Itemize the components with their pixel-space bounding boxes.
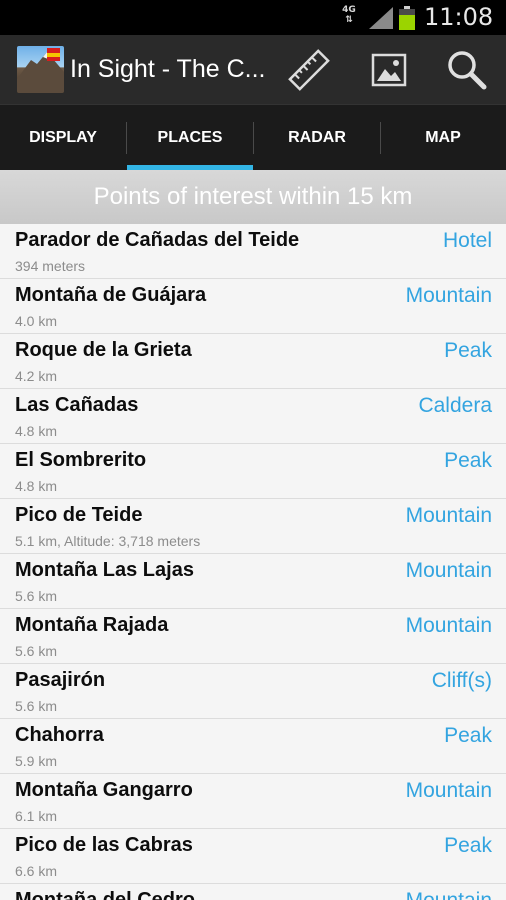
list-item[interactable]: Pico de las Cabras 6.6 km Peak: [0, 829, 506, 884]
network-activity-arrows: ⇅: [345, 15, 353, 25]
place-distance: 4.2 km: [15, 368, 58, 384]
place-distance: 5.1 km, Altitude: 3,718 meters: [15, 533, 201, 549]
place-distance: 6.6 km: [15, 863, 58, 879]
place-type: Peak: [444, 724, 492, 747]
tab-display[interactable]: DISPLAY: [0, 105, 126, 171]
place-type: Mountain: [405, 779, 492, 802]
place-name: Pico de las Cabras: [15, 834, 193, 856]
place-distance: 4.8 km: [15, 423, 58, 439]
list-item[interactable]: Pico de Teide 5.1 km, Altitude: 3,718 me…: [0, 499, 506, 554]
image-icon: [371, 53, 407, 87]
place-name: Montaña Rajada: [15, 614, 169, 636]
place-type: Caldera: [418, 394, 492, 417]
section-header: Points of interest within 15 km: [0, 170, 506, 224]
list-item[interactable]: Chahorra 5.9 km Peak: [0, 719, 506, 774]
places-list: Parador de Cañadas del Teide 394 meters …: [0, 224, 506, 900]
place-type: Hotel: [442, 229, 492, 252]
list-item[interactable]: Pasajirón 5.6 km Cliff(s): [0, 664, 506, 719]
place-type: Mountain: [405, 559, 492, 582]
photo-button[interactable]: [364, 45, 414, 95]
place-type: Mountain: [405, 614, 492, 637]
action-bar: In Sight - The C...: [0, 35, 506, 104]
place-type: Mountain: [405, 284, 492, 307]
place-distance: 4.8 km: [15, 478, 58, 494]
mountain-icon: [17, 48, 64, 93]
place-type: Mountain: [406, 889, 492, 900]
tab-places[interactable]: PLACES: [127, 105, 253, 171]
place-distance: 394 meters: [15, 258, 86, 274]
place-name: Montaña Las Lajas: [15, 559, 194, 581]
status-clock: 11:08: [424, 3, 494, 31]
place-type: Cliff(s): [431, 669, 492, 692]
place-distance: 5.6 km: [15, 588, 58, 604]
place-type: Peak: [444, 449, 492, 472]
place-name: Roque de la Grieta: [15, 339, 192, 361]
place-distance: 5.6 km: [15, 643, 58, 659]
place-distance: 6.1 km: [15, 808, 58, 824]
measure-button[interactable]: [284, 45, 334, 95]
search-icon: [448, 51, 487, 90]
place-distance: 5.9 km: [15, 753, 58, 769]
tab-radar[interactable]: RADAR: [254, 105, 380, 171]
list-item[interactable]: El Sombrerito 4.8 km Peak: [0, 444, 506, 499]
network-type: 4G: [342, 5, 356, 15]
place-distance: 4.0 km: [15, 313, 58, 329]
place-name: Chahorra: [15, 724, 104, 746]
ruler-icon: [288, 49, 330, 91]
network-indicator: 4G ⇅: [340, 5, 358, 25]
signal-icon: [369, 7, 393, 29]
place-name: Pico de Teide: [15, 504, 143, 526]
list-item[interactable]: Roque de la Grieta 4.2 km Peak: [0, 334, 506, 389]
place-name: Pasajirón: [15, 669, 106, 691]
list-item[interactable]: Parador de Cañadas del Teide 394 meters …: [0, 224, 506, 279]
place-name: Montaña del Cedro: [15, 889, 196, 900]
place-name: El Sombrerito: [15, 449, 147, 471]
place-name: Montaña Gangarro: [15, 779, 193, 801]
place-type: Peak: [444, 834, 492, 857]
list-item[interactable]: Montaña Rajada 5.6 km Mountain: [0, 609, 506, 664]
place-type: Peak: [444, 339, 492, 362]
tab-places-label: PLACES: [157, 129, 223, 146]
app-title: In Sight - The C...: [70, 55, 266, 83]
status-bar: 4G ⇅ 11:08: [0, 0, 506, 35]
place-type: Mountain: [405, 504, 492, 527]
app-logo-icon[interactable]: [17, 46, 64, 93]
tab-map[interactable]: MAP: [380, 105, 506, 171]
list-item[interactable]: Montaña Gangarro 6.1 km Mountain: [0, 774, 506, 829]
place-name: Montaña de Guájara: [15, 284, 207, 306]
search-button[interactable]: [442, 45, 492, 95]
list-item[interactable]: Montaña Las Lajas 5.6 km Mountain: [0, 554, 506, 609]
list-item[interactable]: Montaña del Cedro Mountain: [0, 884, 506, 900]
place-name: Parador de Cañadas del Teide: [15, 229, 300, 251]
list-item[interactable]: Montaña de Guájara 4.0 km Mountain: [0, 279, 506, 334]
place-distance: 5.6 km: [15, 698, 58, 714]
list-item[interactable]: Las Cañadas 4.8 km Caldera: [0, 389, 506, 444]
tab-bar: DISPLAY PLACES RADAR MAP: [0, 104, 506, 171]
battery-icon: [399, 6, 415, 30]
place-name: Las Cañadas: [15, 394, 139, 416]
